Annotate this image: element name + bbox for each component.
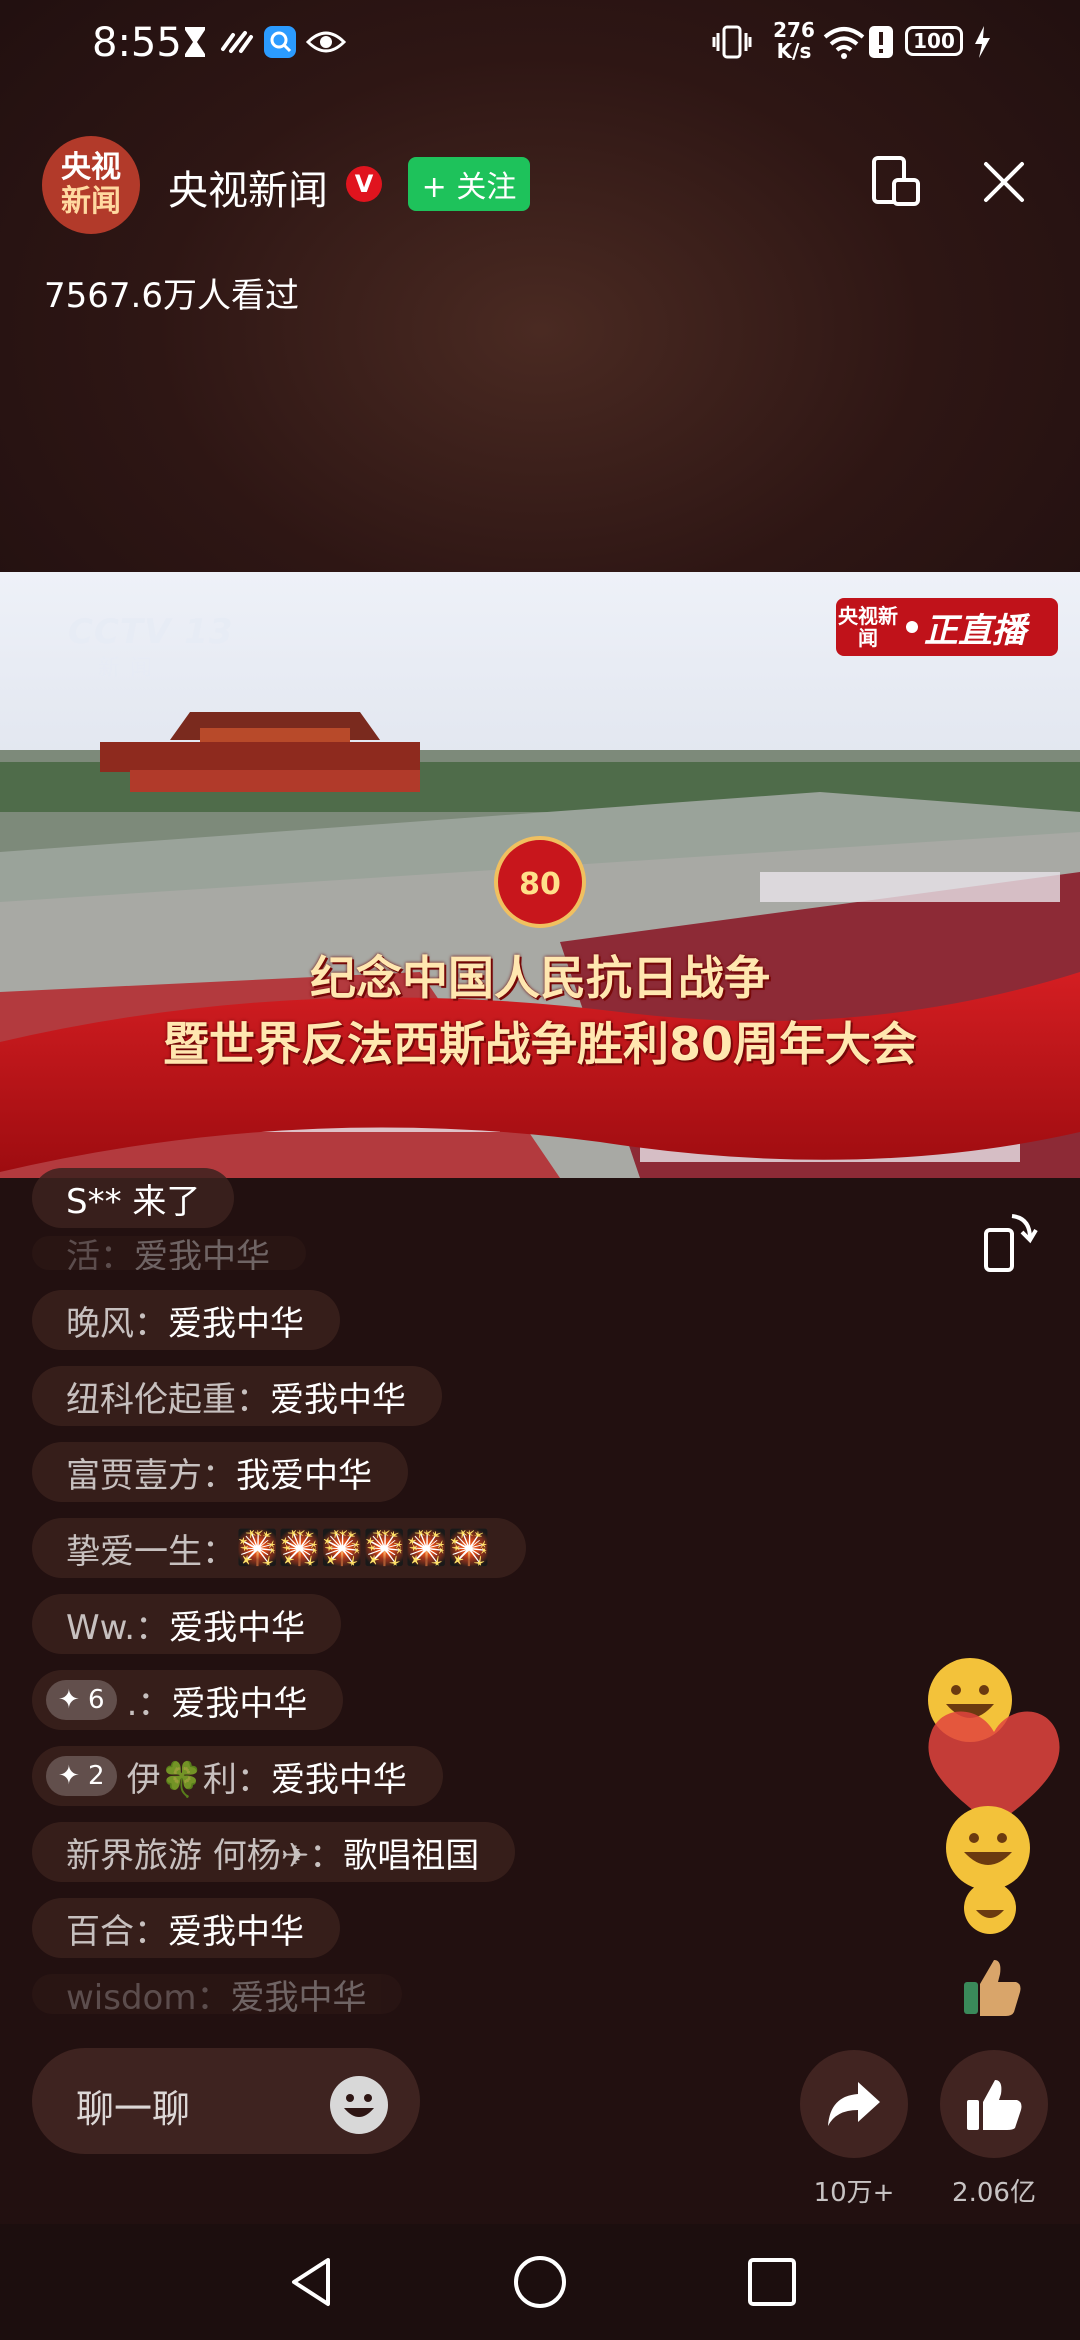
like-count: 2.06亿 <box>952 2178 1036 2208</box>
comment-user[interactable]: 百合： <box>66 1904 168 1953</box>
comment-text: 我爱中华 <box>236 1455 372 1496</box>
comment-item: ✦ 2 伊🍀利： 爱我中华 <box>32 1746 443 1806</box>
comment-text: 爱我中华 <box>270 1379 406 1420</box>
comment-user[interactable]: Ww.： <box>66 1600 169 1649</box>
floating-emoji-icon <box>962 1880 1022 1936</box>
join-notice: S** 来了 <box>32 1168 235 1228</box>
banner-title-line2: 暨世界反法西斯战争胜利80周年大会 <box>162 1017 917 1071</box>
comment-item: Ww.： 爱我中华 <box>32 1594 342 1654</box>
comment-item: 纽科伦起重： 爱我中华 <box>32 1366 442 1426</box>
recents-icon[interactable] <box>744 2254 800 2310</box>
comment-user[interactable]: 晚风： <box>66 1296 168 1345</box>
comment-item: 新界旅游 何杨✈： 歌唱祖国 <box>32 1822 516 1882</box>
comment-text: 爱我中华 <box>171 1683 308 1724</box>
chat-input-placeholder: 聊一聊 <box>76 2087 191 2131</box>
vibrate-icon <box>712 22 752 62</box>
comment-text: 爱我中华 <box>230 1977 367 2015</box>
rotate-screen-icon[interactable] <box>982 1210 1038 1274</box>
share-button[interactable] <box>800 2050 908 2158</box>
channel-name[interactable]: 央视新闻 <box>168 158 328 216</box>
alert-icon <box>866 22 896 62</box>
eye-icon <box>306 22 346 62</box>
share-icon <box>828 2082 880 2126</box>
avatar-text-2: 新闻 <box>61 184 121 219</box>
link-icon <box>218 22 256 62</box>
hourglass-icon <box>180 22 210 62</box>
comment-item: 晚风： 爱我中华 <box>32 1290 340 1350</box>
channel-avatar[interactable]: 央视 新闻 <box>42 136 140 234</box>
comment-item: ✦ 6 .： 爱我中华 <box>32 1670 344 1730</box>
comment-text: 爱我中华 <box>169 1607 306 1648</box>
emoji-icon[interactable] <box>330 2076 388 2134</box>
comment-text: 爱我中华 <box>168 1303 304 1344</box>
comment-user: wisdom： <box>66 1977 231 2015</box>
comment-item: wisdom： 爱我中华 <box>32 1974 403 2015</box>
comment-text: 爱我中华 <box>270 1759 407 1800</box>
comment-item: 挚爱一生： 🎇🎇🎇🎇🎇🎇 <box>32 1518 527 1578</box>
banner-title-line1: 纪念中国人民抗日战争 <box>310 951 770 1005</box>
comment-item: 富贾壹方： 我爱中华 <box>32 1442 408 1502</box>
system-nav-bar <box>0 2224 1080 2340</box>
comment-text: 爱我中华 <box>168 1911 304 1952</box>
view-count: 7567.6万人看过 <box>44 276 299 316</box>
thumbs-up-icon <box>967 2080 1022 2130</box>
battery-indicator: 100 <box>905 26 963 56</box>
status-time: 8:55 <box>92 20 182 66</box>
charging-icon <box>970 22 994 62</box>
fan-level-badge: ✦ 2 <box>46 1756 117 1796</box>
float-window-icon[interactable] <box>868 154 924 210</box>
follow-button[interactable]: + 关注 <box>408 157 530 211</box>
floating-thumb-icon <box>960 1954 1024 2018</box>
network-speed: 276 K/s <box>773 18 815 63</box>
like-button[interactable] <box>940 2050 1048 2158</box>
comment-user[interactable]: 伊🍀利： <box>127 1752 271 1801</box>
close-icon[interactable] <box>978 156 1030 208</box>
back-icon[interactable] <box>284 2254 340 2310</box>
comment-user[interactable]: 纽科伦起重： <box>66 1372 270 1421</box>
comment-user[interactable]: .： <box>127 1676 172 1725</box>
comment-user: 活： <box>66 1236 134 1271</box>
live-badge: 央视新闻 正直播 <box>836 598 1058 656</box>
verified-badge: V <box>346 166 382 202</box>
comment-text: 爱我中华 <box>134 1236 270 1271</box>
comment-user[interactable]: 挚爱一生： <box>66 1524 236 1573</box>
home-icon[interactable] <box>512 2254 568 2310</box>
comment-user[interactable]: 富贾壹方： <box>66 1448 236 1497</box>
cctv-logo-sub: 新闻 <box>98 656 163 681</box>
wifi-icon <box>822 22 866 62</box>
comment-text: 歌唱祖国 <box>343 1835 480 1876</box>
share-count: 10万+ <box>813 2178 895 2208</box>
live-dot <box>906 621 918 633</box>
comment-user[interactable]: 新界旅游 何杨✈： <box>66 1828 343 1877</box>
avatar-text-1: 央视 <box>61 150 121 185</box>
cctv-logo: CCTV 13 <box>68 612 234 652</box>
comment-item: 活： 爱我中华 <box>32 1236 306 1270</box>
comment-text: 🎇🎇🎇🎇🎇🎇 <box>236 1528 491 1568</box>
live-badge-source: 央视新闻 <box>838 604 898 650</box>
comment-item: 百合： 爱我中华 <box>32 1898 340 1958</box>
fan-level-badge: ✦ 6 <box>46 1680 117 1720</box>
search-app-icon <box>262 22 298 62</box>
emblem-number: 80 <box>519 867 561 902</box>
live-badge-label: 正直播 <box>924 610 1026 651</box>
